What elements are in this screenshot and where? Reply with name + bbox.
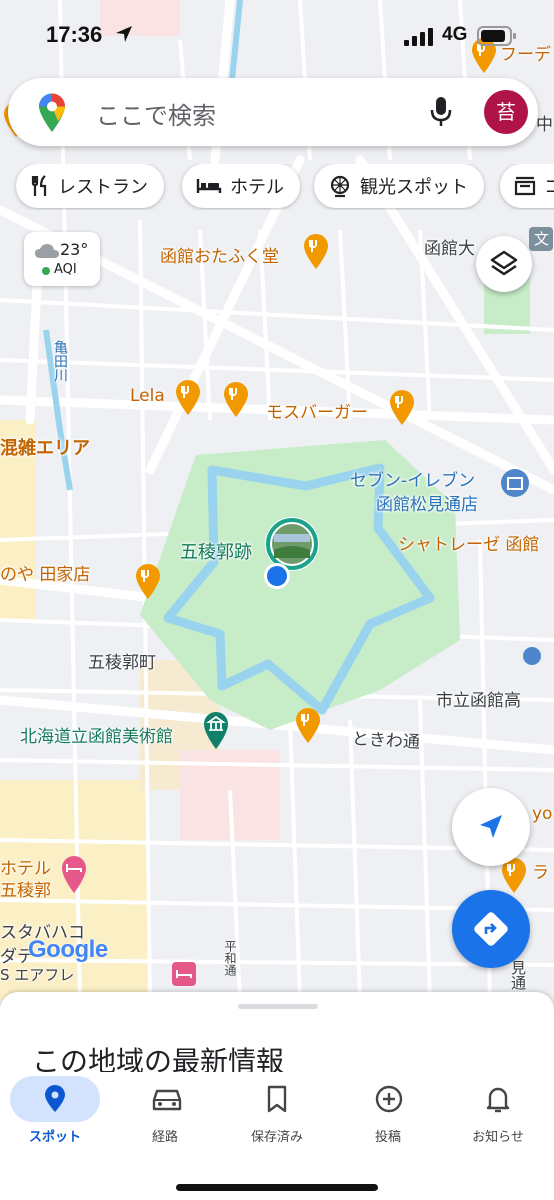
restaurant-icon: [31, 175, 47, 196]
school-label: 文: [534, 230, 550, 248]
status-bar: 17:36 4G: [0, 0, 554, 72]
bookmark-icon: [267, 1085, 287, 1113]
directions-icon: [474, 912, 508, 946]
museum-pin-icon[interactable]: [202, 710, 230, 750]
poi-label[interactable]: 五稜郭: [0, 876, 51, 901]
chip-hotel[interactable]: ホテル: [182, 164, 300, 208]
my-location-dot[interactable]: [262, 561, 292, 591]
restaurant-pin-icon[interactable]: [222, 380, 250, 418]
chip-label: コ: [544, 177, 554, 198]
chip-shopping[interactable]: コ: [500, 164, 554, 208]
add-circle-icon: [375, 1085, 403, 1113]
map-label: 市立函館高: [436, 691, 521, 711]
signal-icon: [404, 28, 433, 46]
status-time: 17:36: [46, 22, 103, 47]
nav-item-post[interactable]: 投稿: [333, 1072, 443, 1152]
restaurant-pin-icon[interactable]: [302, 232, 330, 270]
aqi-label: AQI: [54, 262, 77, 277]
poi-label[interactable]: セブン-イレブン: [350, 466, 475, 491]
shopping-icon: [514, 176, 536, 196]
poi-label[interactable]: 函館松見通店: [376, 490, 478, 515]
aqi-status-dot: [42, 267, 50, 275]
nav-label: お知らせ: [472, 1130, 524, 1145]
nav-item-saved[interactable]: 保存済み: [222, 1072, 332, 1152]
nav-label: スポット: [28, 1130, 81, 1145]
street-label: ときわ通: [351, 729, 421, 753]
restaurant-pin-icon[interactable]: [294, 706, 322, 744]
bottom-sheet[interactable]: この地域の最新情報: [0, 992, 554, 1082]
search-input[interactable]: ここで検索: [96, 96, 216, 131]
poi-label[interactable]: 混雑エリア: [0, 434, 90, 460]
sheet-drag-handle[interactable]: [238, 1004, 318, 1009]
avatar[interactable]: 苔: [484, 90, 528, 134]
microphone-icon[interactable]: [427, 94, 455, 130]
chip-label: レストラン: [58, 177, 148, 198]
poi-label[interactable]: 函館おたふく堂: [160, 242, 279, 267]
chip-restaurant[interactable]: レストラン: [16, 164, 164, 208]
battery-icon: [477, 26, 516, 46]
nav-label: 経路: [151, 1130, 178, 1145]
hotel-pin-icon[interactable]: [60, 854, 88, 894]
restaurant-pin-icon[interactable]: [134, 562, 162, 600]
car-icon: [152, 1089, 182, 1111]
google-logo-text: Google: [28, 936, 108, 963]
poi-label[interactable]: のや 田家店: [0, 560, 90, 585]
bus-stop-icon[interactable]: [522, 646, 542, 666]
bottom-navigation: スポット 経路 保存済み 投稿 お知らせ: [0, 1072, 554, 1200]
poi-label[interactable]: yo: [532, 804, 552, 824]
navigation-arrow-icon: [480, 815, 502, 838]
layers-icon: [490, 250, 518, 276]
hotel-icon: [196, 179, 222, 193]
convenience-store-pin-icon[interactable]: [500, 468, 530, 498]
weather-widget[interactable]: 23° AQI: [24, 232, 100, 286]
map-label: 中: [536, 115, 553, 135]
map-label: S エアフレ: [0, 966, 75, 984]
chip-label: 観光スポット: [360, 177, 468, 198]
poi-label[interactable]: モスバーガー: [266, 398, 368, 423]
nav-label: 保存済み: [250, 1130, 303, 1145]
directions-button[interactable]: [452, 890, 530, 968]
layers-button[interactable]: [476, 236, 532, 292]
chip-attraction[interactable]: 観光スポット: [314, 164, 484, 208]
river-label: 亀田川: [52, 340, 68, 382]
park-label[interactable]: 五稜郭跡: [180, 538, 252, 564]
google-maps-logo-icon: [39, 93, 65, 132]
map-label: 五稜郭町: [88, 653, 156, 673]
restaurant-pin-icon[interactable]: [388, 388, 416, 426]
home-indicator[interactable]: [176, 1184, 378, 1191]
map-label: 函館大: [424, 239, 475, 259]
weather-temperature: 23°: [60, 240, 89, 259]
bell-icon: [486, 1087, 510, 1113]
location-arrow-icon: [116, 26, 132, 42]
restaurant-pin-icon[interactable]: [174, 378, 202, 416]
my-location-button[interactable]: [452, 788, 530, 866]
nav-item-route[interactable]: 経路: [110, 1072, 220, 1152]
hotel-pin-icon[interactable]: [170, 960, 198, 988]
street-label: 平和通: [223, 940, 237, 976]
location-pin-icon: [45, 1085, 65, 1112]
cloud-icon: [35, 244, 59, 258]
search-bar[interactable]: ここで検索 苔: [8, 78, 538, 146]
poi-label[interactable]: ラ: [532, 858, 549, 883]
poi-label[interactable]: Lela: [130, 386, 165, 406]
category-chips: レストラン ホテル 観光スポット コ: [0, 164, 554, 210]
poi-label[interactable]: 北海道立函館美術館: [20, 722, 173, 747]
google-logo: Google: [28, 936, 108, 964]
network-type: 4G: [442, 24, 468, 45]
chip-label: ホテル: [230, 177, 284, 198]
nav-item-notifications[interactable]: お知らせ: [443, 1072, 553, 1152]
attraction-icon: [330, 175, 350, 198]
nav-label: 投稿: [374, 1130, 401, 1145]
poi-label[interactable]: シャトレーゼ 函館: [398, 530, 539, 555]
nav-item-spot[interactable]: スポット: [0, 1072, 110, 1152]
